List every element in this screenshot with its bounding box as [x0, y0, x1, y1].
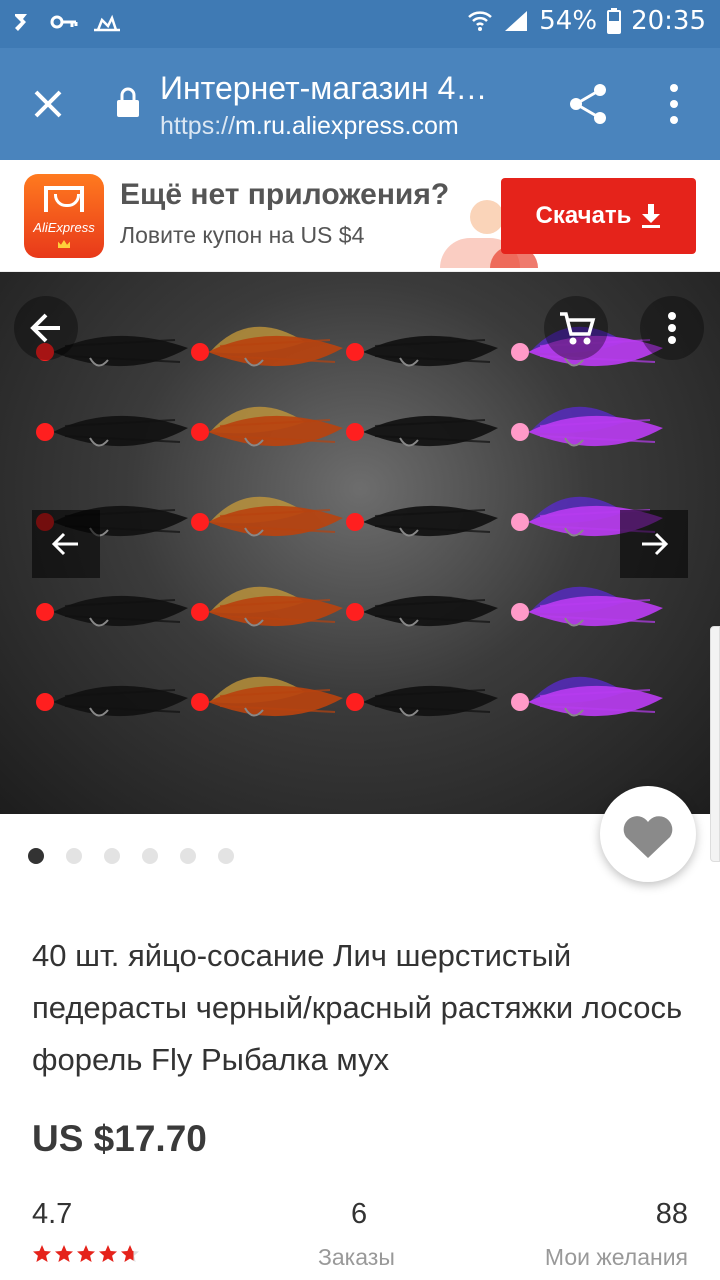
- wishlist-count: 88: [655, 1198, 688, 1230]
- wishlist-label[interactable]: Мои желания: [545, 1244, 688, 1271]
- url-scheme: https://: [160, 112, 236, 140]
- rating-value: 4.7: [32, 1198, 73, 1230]
- fly-lure: [36, 415, 188, 447]
- orders-count: 6: [351, 1198, 368, 1230]
- battery-percent: 54%: [539, 6, 598, 36]
- fly-lure: [191, 676, 343, 717]
- fly-lure: [191, 406, 343, 447]
- fly-lure: [191, 496, 343, 537]
- app-logo-text: AliExpress: [33, 220, 95, 235]
- cart-icon: [560, 312, 596, 345]
- download-app-button[interactable]: Скачать: [501, 178, 696, 254]
- fly-lure: [36, 595, 188, 627]
- share-icon[interactable]: [566, 82, 610, 126]
- fly-lure: [346, 595, 498, 627]
- more-vert-icon[interactable]: [660, 82, 688, 126]
- star-icon: [33, 1245, 51, 1262]
- pager-dot[interactable]: [104, 848, 120, 864]
- next-image-button[interactable]: [620, 510, 688, 578]
- banner-decoration: [470, 200, 504, 234]
- fly-lure: [511, 586, 663, 627]
- product-title: 40 шт. яйцо-сосание Лич шерстистый педер…: [32, 938, 683, 1077]
- cart-button[interactable]: [544, 296, 608, 360]
- previous-image-button[interactable]: [32, 510, 100, 578]
- star-icon: [55, 1245, 73, 1262]
- signal-icon: [505, 11, 528, 31]
- orders-label: Заказы: [318, 1244, 395, 1270]
- notification-icons: [12, 10, 122, 34]
- app-notification-icon: [94, 14, 120, 32]
- pager-dot[interactable]: [28, 848, 44, 864]
- download-icon: [642, 204, 661, 228]
- fly-lure: [511, 676, 663, 717]
- banner-headline: Ещё нет приложения?: [120, 178, 450, 211]
- page-title[interactable]: Интернет-магазин 4…: [160, 70, 487, 107]
- download-button-label: Скачать: [535, 202, 632, 229]
- fly-lure: [346, 685, 498, 717]
- app-install-banner: AliExpress Ещё нет приложения? Ловите ку…: [0, 160, 720, 272]
- fly-lure: [511, 406, 663, 447]
- star-icon: [121, 1245, 139, 1262]
- gallery-more-button[interactable]: [640, 296, 704, 360]
- crown-icon: [58, 240, 70, 248]
- aliexpress-app-logo[interactable]: AliExpress: [24, 174, 104, 258]
- url-host: m.ru.aliexpress.com: [235, 112, 459, 140]
- back-button[interactable]: [14, 296, 78, 360]
- pager-dot[interactable]: [66, 848, 82, 864]
- banner-subline: Ловите купон на US $4: [120, 222, 365, 248]
- shopping-bag-icon: [44, 186, 84, 212]
- gallery-pager: [28, 848, 234, 864]
- product-image-gallery[interactable]: [0, 272, 720, 814]
- star-icon: [99, 1245, 117, 1262]
- arrow-back-icon: [30, 313, 60, 343]
- wishlist-button[interactable]: [600, 786, 696, 882]
- product-price: US $17.70: [32, 1118, 207, 1159]
- rating-stars[interactable]: [32, 1244, 140, 1264]
- star-icon: [77, 1245, 95, 1262]
- heart-icon: [623, 816, 673, 858]
- key-icon: [50, 15, 78, 29]
- fly-lure: [191, 586, 343, 627]
- check-notification-icon: [15, 14, 27, 31]
- status-bar: 54% 20:35: [0, 0, 720, 48]
- more-vert-icon: [668, 312, 676, 344]
- battery-icon: [607, 8, 622, 34]
- arrow-left-icon: [51, 532, 78, 556]
- fly-lure: [36, 685, 188, 717]
- fly-lure: [191, 326, 343, 367]
- system-indicators: 54% 20:35: [467, 6, 706, 36]
- clock: 20:35: [631, 6, 706, 36]
- wifi-icon: [468, 11, 493, 31]
- pager-dot[interactable]: [180, 848, 196, 864]
- lock-icon: [117, 87, 139, 117]
- product-photo: [36, 326, 663, 717]
- close-icon[interactable]: [28, 84, 68, 124]
- pager-dot[interactable]: [218, 848, 234, 864]
- pager-dot[interactable]: [142, 848, 158, 864]
- fly-lure: [346, 505, 498, 537]
- browser-toolbar: Интернет-магазин 4… https://m.ru.aliexpr…: [0, 48, 720, 160]
- url-bar[interactable]: https://m.ru.aliexpress.com: [160, 112, 459, 141]
- fly-lure: [346, 335, 498, 367]
- side-scroll-handle[interactable]: [710, 626, 720, 862]
- fly-lure: [346, 415, 498, 447]
- arrow-right-icon: [642, 532, 669, 556]
